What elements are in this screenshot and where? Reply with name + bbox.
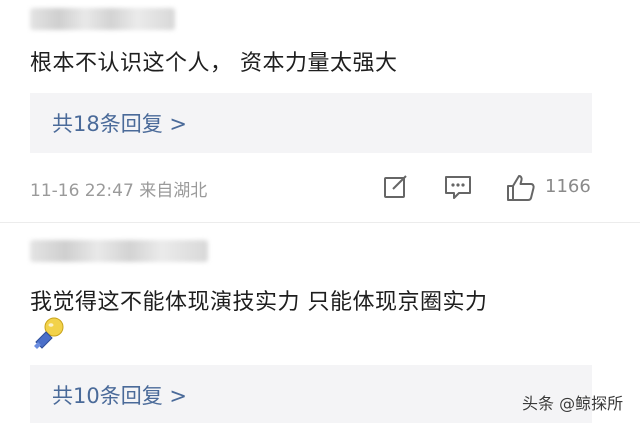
view-replies-link[interactable]: 共10条回复 >: [52, 380, 187, 410]
comment-text: 根本不认识这个人， 资本力量太强大: [30, 51, 398, 76]
username-blurred[interactable]: [30, 240, 208, 262]
username-blurred[interactable]: [30, 8, 175, 30]
reply-thread-box[interactable]: 共10条回复 >: [30, 365, 592, 423]
watermark-text: 头条 @鲸探所: [522, 394, 624, 413]
comment-text: 我觉得这不能体现演技实力 只能体现京圈实力: [30, 290, 488, 315]
comment-divider: [0, 222, 640, 223]
comment-timestamp: 11-16 22:47 来自湖北: [30, 181, 208, 201]
thumbs-up-icon[interactable]: [505, 173, 537, 207]
reply-thread-box[interactable]: 共18条回复 >: [30, 93, 592, 153]
edit-icon[interactable]: [382, 173, 410, 205]
comment-icon[interactable]: [443, 173, 473, 205]
comment-meta-row: 11-16 22:47 来自湖北 1166: [30, 170, 600, 204]
doge-emoji-icon: [32, 316, 66, 354]
view-replies-link[interactable]: 共18条回复 >: [52, 108, 187, 138]
like-count: 1166: [545, 176, 591, 197]
